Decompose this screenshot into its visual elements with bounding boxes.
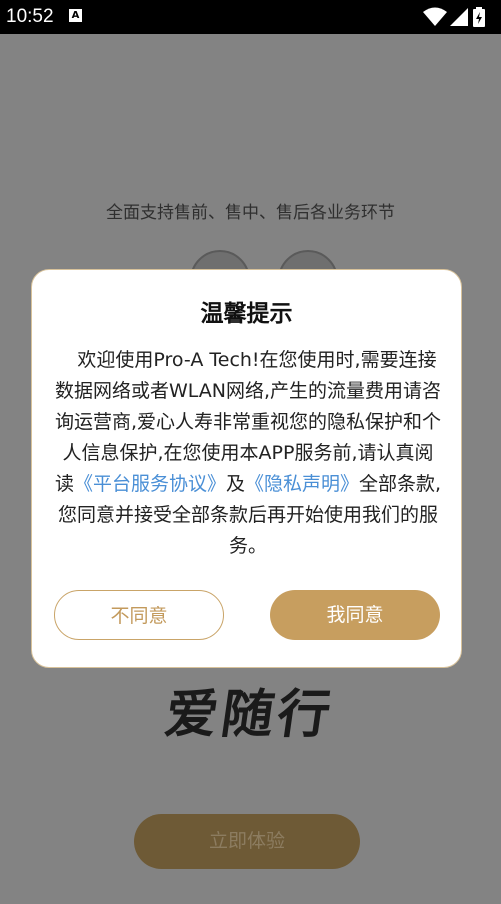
dialog-title: 温馨提示 (200, 301, 293, 327)
signal-icon (450, 8, 468, 26)
dialog-message-and: 及 (225, 473, 245, 495)
privacy-dialog: 温馨提示 欢迎使用Pro-A Tech!在您使用时,需要连接数据网络或者WLAN… (31, 269, 462, 668)
agree-button[interactable]: 我同意 (270, 590, 440, 640)
privacy-statement-link[interactable]: 《隐私声明》 (245, 473, 359, 495)
service-agreement-link[interactable]: 《平台服务协议》 (74, 473, 226, 495)
status-icons (423, 7, 493, 27)
disagree-button[interactable]: 不同意 (54, 590, 224, 640)
status-time: 10:52 (6, 6, 54, 27)
background-subtitle: 全面支持售前、售中、售后各业务环节 (106, 203, 395, 223)
start-experience-button[interactable]: 立即体验 (134, 814, 360, 869)
app-logo-text: 爱随行 (161, 684, 339, 745)
dialog-message: 欢迎使用Pro-A Tech!在您使用时,需要连接数据网络或者WLAN网络,产生… (54, 345, 442, 562)
wifi-icon (423, 7, 447, 26)
notification-a-icon: A (69, 9, 82, 22)
status-bar: 10:52 A (0, 0, 501, 34)
battery-icon (473, 7, 485, 27)
